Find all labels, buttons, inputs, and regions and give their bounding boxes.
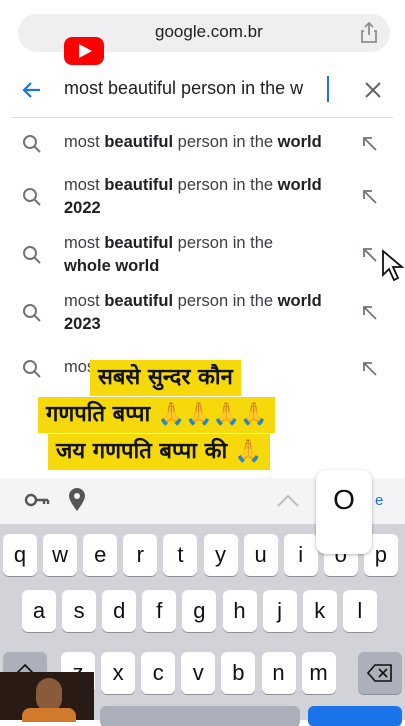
- done-button[interactable]: e: [375, 492, 383, 509]
- fill-query-arrow-icon[interactable]: [362, 361, 378, 377]
- divider: [12, 117, 393, 118]
- search-icon: [23, 246, 41, 264]
- key-l[interactable]: l: [342, 590, 377, 632]
- fill-query-arrow-icon[interactable]: [362, 189, 378, 205]
- space-bar[interactable]: [100, 706, 300, 726]
- key-e[interactable]: e: [83, 534, 118, 576]
- key-i[interactable]: i: [283, 534, 318, 576]
- share-icon[interactable]: [360, 22, 378, 44]
- key-x[interactable]: x: [101, 652, 136, 694]
- key-m[interactable]: m: [301, 652, 336, 694]
- backspace-icon: [366, 664, 392, 682]
- fill-query-arrow-icon[interactable]: [362, 247, 378, 263]
- suggestion-item[interactable]: most beautiful person in the world: [0, 131, 405, 159]
- key-w[interactable]: w: [43, 534, 78, 576]
- key-b[interactable]: b: [221, 652, 256, 694]
- key-c[interactable]: c: [141, 652, 176, 694]
- key-h[interactable]: h: [222, 590, 257, 632]
- key-n[interactable]: n: [261, 652, 296, 694]
- chevron-up-icon[interactable]: [276, 494, 300, 508]
- search-icon: [23, 188, 41, 206]
- back-arrow-icon[interactable]: [20, 78, 44, 102]
- suggestion-item[interactable]: most beautiful person in the whole world: [0, 232, 405, 282]
- suggestion-text: most beautiful person in the world: [64, 133, 322, 151]
- key-k[interactable]: k: [302, 590, 337, 632]
- key-v[interactable]: v: [181, 652, 216, 694]
- caption-line-3-text: जय गणपति बप्पा की: [56, 439, 228, 464]
- caption-line-2: गणपति बप्पा 🙏🙏🙏🙏: [38, 397, 276, 433]
- key-y[interactable]: y: [203, 534, 238, 576]
- key-j[interactable]: j: [262, 590, 297, 632]
- search-icon: [23, 304, 41, 322]
- folded-hands-icon: 🙏🙏🙏🙏: [157, 402, 268, 427]
- fill-query-arrow-icon[interactable]: [362, 305, 378, 321]
- search-icon: [23, 135, 41, 153]
- key-t[interactable]: t: [163, 534, 198, 576]
- search-input[interactable]: most beautiful person in the w: [64, 78, 303, 99]
- key-q[interactable]: q: [3, 534, 37, 576]
- key-r[interactable]: r: [123, 534, 158, 576]
- suggestion-text: most beautiful person in the whole world: [64, 234, 274, 275]
- close-icon[interactable]: [362, 79, 384, 101]
- mouse-cursor-icon: [382, 249, 405, 282]
- url-text[interactable]: google.com.br: [155, 22, 263, 42]
- creator-camera-overlay: [0, 672, 94, 722]
- text-cursor: [327, 76, 329, 102]
- key-s[interactable]: s: [62, 590, 97, 632]
- backspace-key[interactable]: [358, 652, 402, 694]
- key-g[interactable]: g: [182, 590, 217, 632]
- key-a[interactable]: a: [22, 590, 56, 632]
- folded-hands-icon: 🙏: [234, 439, 263, 464]
- suggestion-item[interactable]: most beautiful person in the world 2022: [0, 174, 405, 224]
- search-icon: [23, 360, 41, 378]
- suggestion-text: most beautiful person in the world 2023: [64, 292, 322, 333]
- caption-line-1: सबसे सुन्दर कौन: [90, 360, 241, 396]
- fill-query-arrow-icon[interactable]: [362, 136, 378, 152]
- key-u[interactable]: u: [243, 534, 278, 576]
- creator-face: [36, 678, 62, 712]
- youtube-logo-icon: [64, 37, 104, 65]
- caption-line-2-text: गणपति बप्पा: [46, 402, 151, 427]
- key-icon[interactable]: [24, 490, 50, 510]
- location-pin-icon[interactable]: [68, 488, 86, 512]
- key-d[interactable]: d: [102, 590, 137, 632]
- go-key[interactable]: [308, 706, 402, 726]
- key-preview-popup: O: [316, 470, 372, 554]
- suggestion-item[interactable]: most beautiful person in the world 2023: [0, 290, 405, 340]
- key-f[interactable]: f: [142, 590, 177, 632]
- caption-line-3: जय गणपति बप्पा की 🙏: [48, 434, 271, 470]
- suggestion-text: most beautiful person in the world 2022: [64, 176, 322, 217]
